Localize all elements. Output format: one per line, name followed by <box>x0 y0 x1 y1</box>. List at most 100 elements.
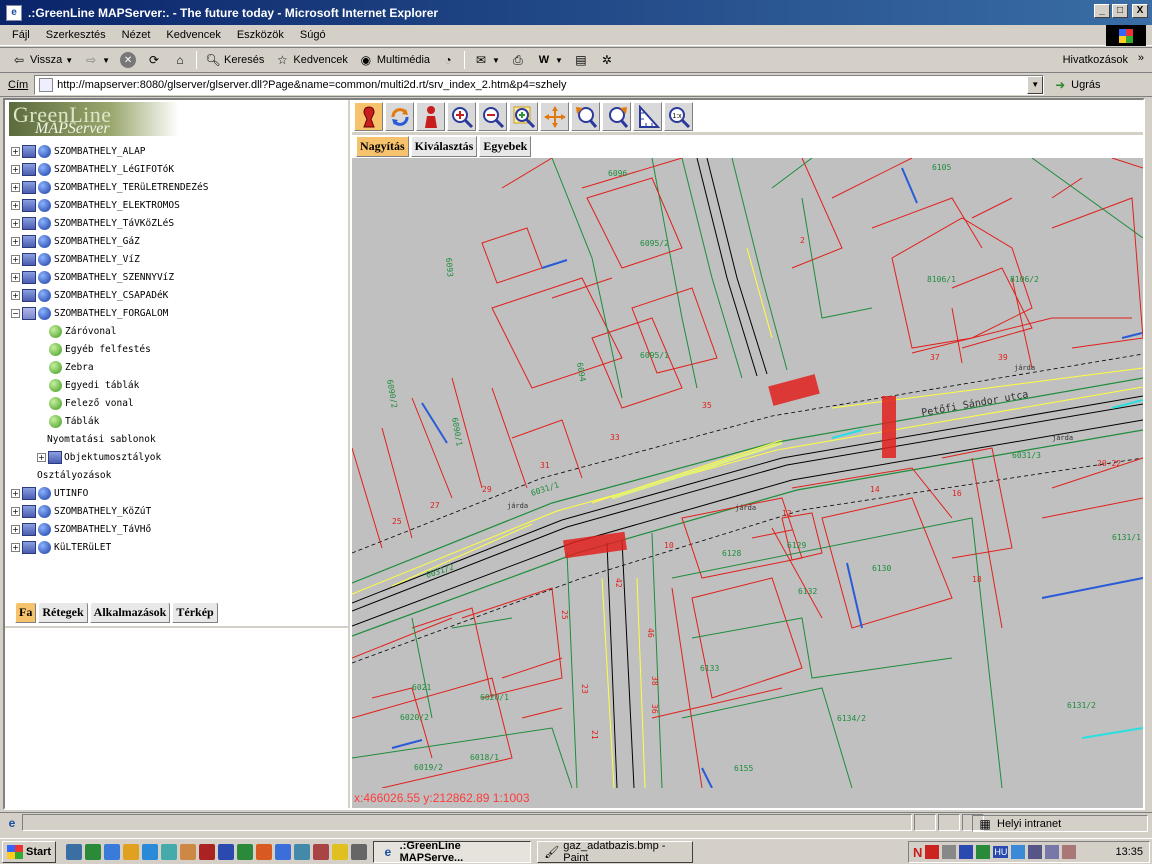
tree-subitem[interactable]: Nyomtatási sablonok <box>11 430 346 448</box>
app-icon[interactable] <box>976 845 991 859</box>
home-button[interactable]: ⌂ <box>167 49 193 71</box>
refresh-button[interactable]: ⟳ <box>141 49 167 71</box>
tree-item[interactable]: + SZOMBATHELY_CSAPADéK <box>11 286 346 304</box>
powerpoint-icon[interactable] <box>256 843 273 860</box>
tree-item[interactable]: + SZOMBATHELY_TáVKöZLéS <box>11 214 346 232</box>
edit-button[interactable]: W ▼ <box>531 49 568 71</box>
mail-button[interactable]: ✉ ▼ <box>468 49 505 71</box>
print-button[interactable]: ⎙ <box>505 49 531 71</box>
menu-help[interactable]: Súgó <box>292 29 334 41</box>
tree-item[interactable]: + SZOMBATHELY_TáVHő <box>11 520 346 538</box>
media-icon[interactable] <box>959 845 974 859</box>
language-indicator[interactable]: HU <box>993 846 1009 858</box>
app-icon[interactable] <box>180 843 197 860</box>
search-button[interactable]: 🔍︎ Keresés <box>200 49 269 71</box>
speaker-icon[interactable] <box>942 845 957 859</box>
tree-item[interactable]: + SZOMBATHELY_LéGIFOTóK <box>11 160 346 178</box>
menu-edit[interactable]: Szerkesztés <box>38 29 114 41</box>
favorites-button[interactable]: ☆ Kedvencek <box>269 49 352 71</box>
expand-icon[interactable]: + <box>37 452 46 462</box>
expand-icon[interactable]: + <box>11 506 20 516</box>
expand-icon[interactable]: + <box>11 182 20 192</box>
tree-item[interactable]: + SZOMBATHELY_VíZ <box>11 250 346 268</box>
zoom-previous-button[interactable] <box>602 102 631 131</box>
tree-subitem[interactable]: Osztályozások <box>11 466 346 484</box>
discuss-button[interactable]: ▤ <box>568 49 594 71</box>
zoom-out-button[interactable] <box>478 102 507 131</box>
task-paint[interactable]: 🖌︎ gaz_adatbazis.bmp - Paint <box>537 840 694 864</box>
start-button[interactable]: Start <box>2 840 57 863</box>
frontpage-icon[interactable] <box>294 843 311 860</box>
measure-button[interactable] <box>633 102 662 131</box>
links-label[interactable]: Hivatkozások <box>1063 54 1128 66</box>
menu-tools[interactable]: Eszközök <box>229 29 292 41</box>
task-ie[interactable]: e .:GreenLine MAPServe... <box>373 840 532 864</box>
expand-icon[interactable]: + <box>11 200 20 210</box>
multimedia-button[interactable]: ◉ Multimédia <box>353 49 435 71</box>
expand-icon[interactable]: + <box>11 290 20 300</box>
tab-terkep[interactable]: Térkép <box>172 602 218 623</box>
tree-item[interactable]: + SZOMBATHELY_ELEKTROMOS <box>11 196 346 214</box>
messenger-button[interactable]: ✲ <box>594 49 620 71</box>
zoom-window-button[interactable] <box>509 102 538 131</box>
back-button[interactable]: ⇦ Vissza ▼ <box>6 49 78 71</box>
tab-zoom[interactable]: Nagyítás <box>356 136 409 157</box>
tree-subitem[interactable]: + Objektumosztályok <box>11 448 346 466</box>
app-icon[interactable] <box>351 843 368 860</box>
tree-subitem[interactable]: Felező vonal <box>11 394 346 412</box>
norton-icon[interactable]: N <box>913 845 922 860</box>
scale-button[interactable]: 1:x <box>664 102 693 131</box>
show-desktop-icon[interactable] <box>66 843 83 860</box>
network-icon[interactable] <box>1011 845 1026 859</box>
expand-icon[interactable]: + <box>11 488 20 498</box>
tab-alkalmazasok[interactable]: Alkalmazások <box>89 602 171 623</box>
history-button[interactable]: ◔ <box>435 49 461 71</box>
winamp-icon[interactable] <box>332 843 349 860</box>
map-canvas[interactable]: 6096 6095/2 6105 8106/1 8106/2 6095/1 60… <box>352 158 1143 788</box>
go-button[interactable]: ➜ Ugrás <box>1052 77 1100 93</box>
refresh-map-button[interactable] <box>385 102 414 131</box>
excel-icon[interactable] <box>85 843 102 860</box>
links-chevron-icon[interactable]: » <box>1138 52 1144 64</box>
expand-icon[interactable]: + <box>11 164 20 174</box>
tree-item-expanded[interactable]: − SZOMBATHELY_FORGALOM <box>11 304 346 322</box>
tree-subitem[interactable]: Egyéb felfestés <box>11 340 346 358</box>
explorer-icon[interactable] <box>142 843 159 860</box>
chevron-down-icon[interactable]: ▼ <box>65 56 73 65</box>
tab-other[interactable]: Egyebek <box>479 136 532 157</box>
expand-icon[interactable]: + <box>11 236 20 246</box>
person-tool-button[interactable] <box>416 102 445 131</box>
app-icon[interactable] <box>313 843 330 860</box>
word-icon[interactable] <box>218 843 235 860</box>
maximize-button[interactable]: □ <box>1112 4 1128 18</box>
tree-subitem[interactable]: Táblák <box>11 412 346 430</box>
forward-button[interactable]: ⇨ ▼ <box>78 49 115 71</box>
tree-item[interactable]: + SZOMBATHELY_TERüLETRENDEZéS <box>11 178 346 196</box>
tree-subitem[interactable]: Záróvonal <box>11 322 346 340</box>
menu-view[interactable]: Nézet <box>114 29 159 41</box>
menu-favorites[interactable]: Kedvencek <box>158 29 228 41</box>
address-input[interactable]: http://mapserver:8080/glserver/glserver.… <box>34 74 1045 95</box>
collapse-icon[interactable]: − <box>11 308 20 318</box>
map-drawing[interactable]: 6096 6095/2 6105 8106/1 8106/2 6095/1 60… <box>352 158 1143 788</box>
expand-icon[interactable]: + <box>11 146 20 156</box>
tree-item[interactable]: + SZOMBATHELY_ALAP <box>11 142 346 160</box>
close-button[interactable]: X <box>1132 4 1148 18</box>
stop-button[interactable]: ✕ <box>115 49 141 71</box>
tree-item[interactable]: + KüLTERüLET <box>11 538 346 556</box>
outlook-icon[interactable] <box>275 843 292 860</box>
tab-retegek[interactable]: Rétegek <box>38 602 88 623</box>
expand-icon[interactable]: + <box>11 542 20 552</box>
access-icon[interactable] <box>199 843 216 860</box>
ie-icon[interactable] <box>104 843 121 860</box>
menu-file[interactable]: Fájl <box>0 29 38 41</box>
tree-item[interactable]: + UTINFO <box>11 484 346 502</box>
minimize-button[interactable]: _ <box>1094 4 1110 18</box>
chevron-down-icon[interactable]: ▼ <box>555 56 563 65</box>
app-icon[interactable] <box>1062 845 1077 859</box>
chevron-down-icon[interactable]: ▼ <box>492 56 500 65</box>
zoom-in-button[interactable] <box>447 102 476 131</box>
expand-icon[interactable]: + <box>11 272 20 282</box>
expand-icon[interactable]: + <box>11 254 20 264</box>
tree-item[interactable]: + SZOMBATHELY_GáZ <box>11 232 346 250</box>
